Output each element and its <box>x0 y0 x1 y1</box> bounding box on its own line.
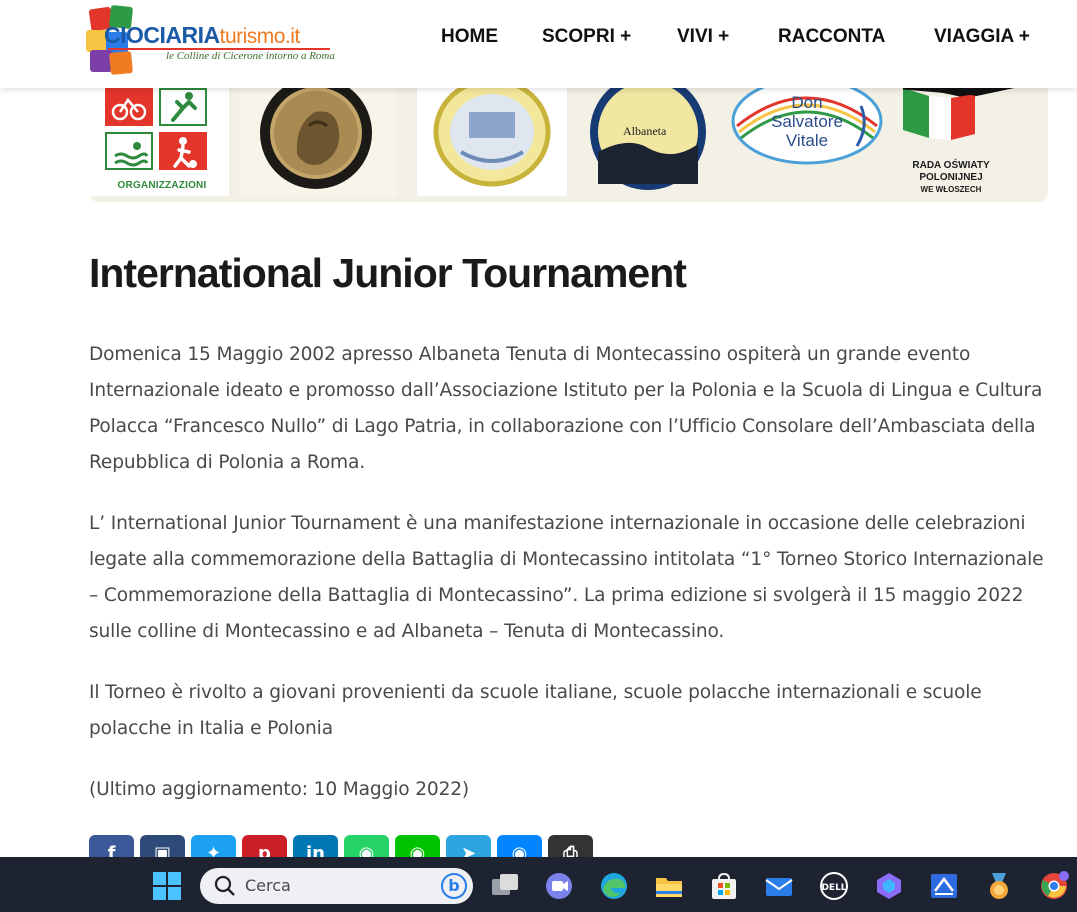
don-salvatore-line-1: Don <box>791 93 823 112</box>
edge-icon[interactable] <box>599 871 629 901</box>
windows-taskbar: Cerca b DELL <box>0 857 1077 912</box>
don-salvatore-text: Don Salvatore Vitale <box>765 93 849 150</box>
albaneta-tile: Albaneta <box>583 88 713 196</box>
don-salvatore-tile: Don Salvatore Vitale <box>725 88 885 196</box>
sports-icon <box>105 88 219 184</box>
istituto-medallion-icon <box>433 88 551 187</box>
badge-app-icon[interactable] <box>984 871 1014 901</box>
nav-vivi[interactable]: VIVI + <box>677 26 729 50</box>
don-salvatore-line-2: Salvatore <box>771 112 843 131</box>
article-last-updated: (Ultimo aggiornamento: 10 Maggio 2022) <box>89 779 470 800</box>
search-icon <box>214 875 235 896</box>
rada-tile: RADA OŚWIATY POLONIJNEJ WE WŁOSZECH <box>889 88 1048 196</box>
associazione-medallion-icon <box>260 88 372 189</box>
nav-racconta[interactable]: RACCONTA <box>778 26 885 50</box>
logo-tagline: le Colline di Cicerone intorno a Roma <box>166 50 335 62</box>
taskbar-search-input[interactable]: Cerca b <box>200 868 473 904</box>
dell-icon[interactable]: DELL <box>819 871 849 901</box>
search-placeholder: Cerca <box>245 876 291 895</box>
article-title: International Junior Tournament <box>89 250 687 296</box>
article-paragraph-1: Domenica 15 Maggio 2002 apresso Albaneta… <box>89 344 1043 473</box>
rada-line-1: RADA OŚWIATY <box>912 160 990 171</box>
article-paragraph-3: Il Torneo è rivolto a giovani provenient… <box>89 682 982 739</box>
task-view-icon[interactable] <box>490 871 520 901</box>
teams-meet-icon[interactable] <box>544 871 574 901</box>
logo-text: CIOCIARIAturismo.it <box>104 22 300 49</box>
site-header: CIOCIARIAturismo.it le Colline di Cicero… <box>0 0 1077 88</box>
svg-text:DELL: DELL <box>821 883 846 893</box>
logo-name-secondary: turismo.it <box>219 25 301 48</box>
istituto-tile <box>417 88 567 196</box>
nav-home[interactable]: HOME <box>441 26 498 50</box>
nav-viaggia[interactable]: VIAGGIA + <box>934 26 1030 50</box>
don-salvatore-line-3: Vitale <box>785 131 829 150</box>
rada-text: RADA OŚWIATY POLONIJNEJ WE WŁOSZECH <box>889 160 1013 196</box>
rada-line-3: WE WŁOSZECH <box>920 185 982 194</box>
article-paragraph-2: L’ International Junior Tournament è una… <box>89 513 1044 642</box>
rada-line-2: POLONIJNEJ <box>919 172 983 183</box>
microsoft-store-icon[interactable] <box>709 871 739 901</box>
logo-name-primary: CIOCIARIA <box>104 22 220 48</box>
windows-start-icon[interactable] <box>152 871 182 901</box>
document-app-icon[interactable] <box>929 871 959 901</box>
bing-icon[interactable]: b <box>441 873 467 899</box>
albaneta-text: Albaneta <box>623 124 667 138</box>
chrome-icon[interactable] <box>1039 871 1069 901</box>
file-explorer-icon[interactable] <box>654 871 684 901</box>
graduation-cap-icon <box>902 88 1015 140</box>
partners-banner: ORGANIZZAZIONI Albaneta Don Salvatore Vi… <box>89 88 1048 202</box>
site-logo[interactable]: CIOCIARIAturismo.it le Colline di Cicero… <box>86 4 348 75</box>
nav-scopri[interactable]: SCOPRI + <box>542 26 631 50</box>
organizzazioni-label: ORGANIZZAZIONI <box>117 180 207 191</box>
associazione-tile <box>239 88 397 196</box>
albaneta-logo-icon <box>590 88 706 190</box>
organizzazioni-tile: ORGANIZZAZIONI <box>89 88 229 196</box>
copilot-icon[interactable] <box>874 871 904 901</box>
mail-icon[interactable] <box>764 871 794 901</box>
